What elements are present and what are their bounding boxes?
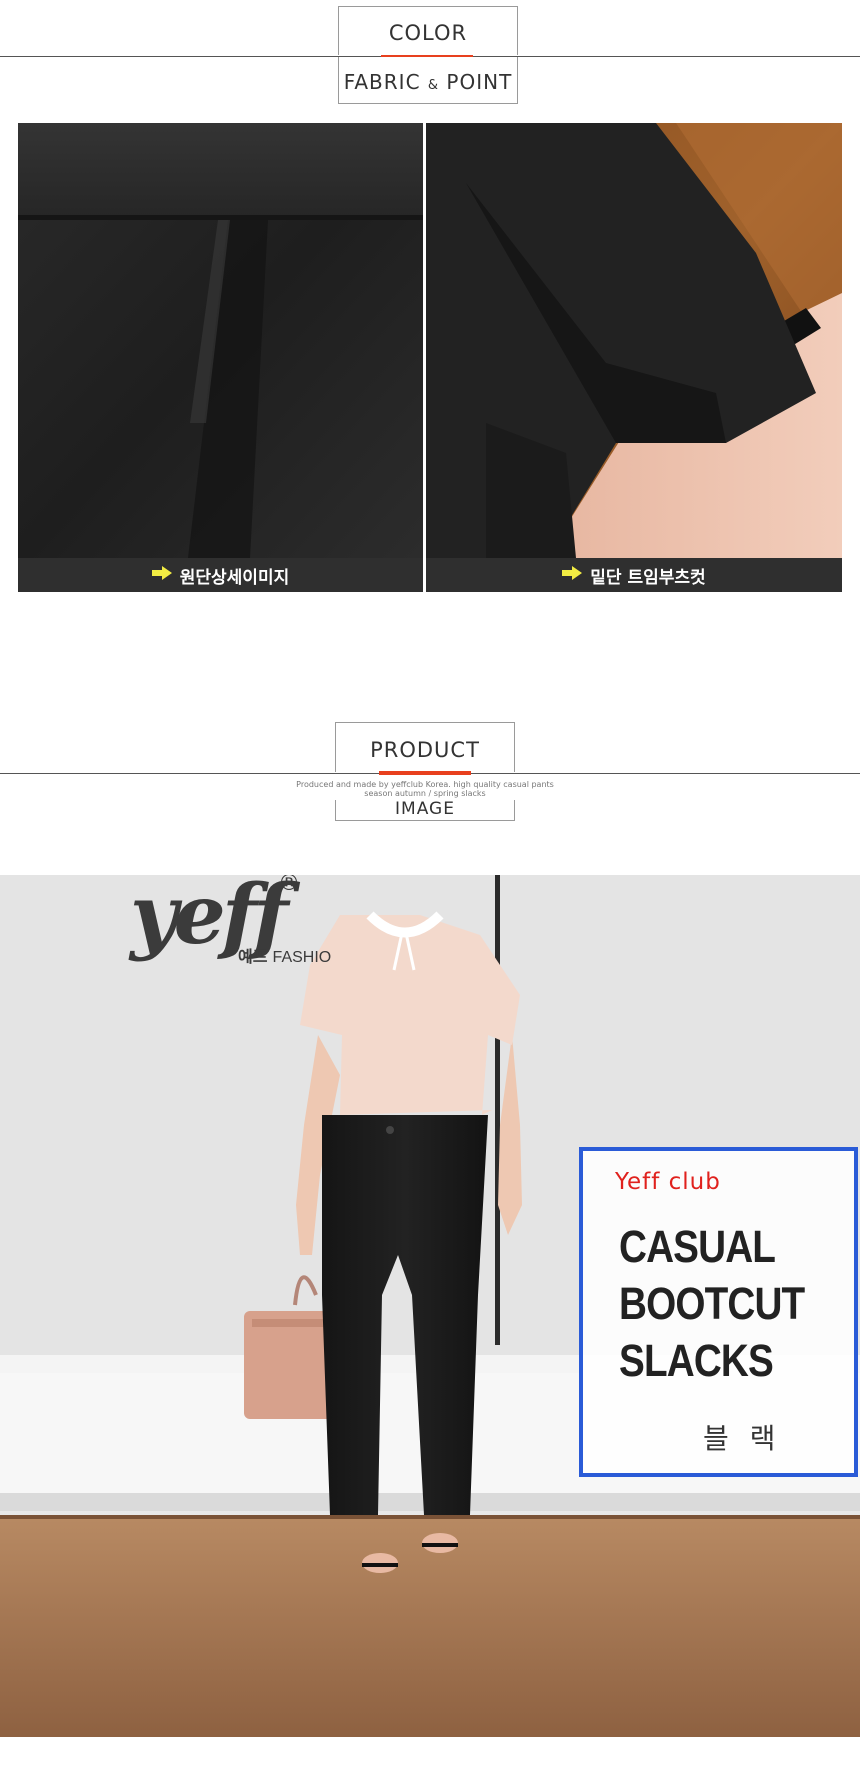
fabric-label: FABRIC xyxy=(343,70,421,94)
product-subtitle-line1: Produced and made by yeffclub Korea. hig… xyxy=(296,780,554,789)
product-subtitle-line2: season autumn / spring slacks xyxy=(364,789,486,798)
product-accent-bar xyxy=(379,771,471,775)
fabric-detail-caption: 원단상세이미지 xyxy=(18,558,423,592)
product-label-box: PRODUCT xyxy=(335,722,515,772)
arrow-right-icon xyxy=(151,565,172,585)
fabric-detail-illustration xyxy=(18,123,423,558)
image-label: IMAGE xyxy=(395,799,455,819)
arrow-right-icon xyxy=(562,565,583,585)
info-card-title-line3: SLACKS xyxy=(619,1335,774,1386)
fabric-detail-caption-text: 원단상세이미지 xyxy=(179,567,290,588)
info-card-title-line2: BOOTCUT xyxy=(619,1278,805,1329)
color-label-box: COLOR xyxy=(338,6,518,55)
product-label: PRODUCT xyxy=(370,738,480,762)
info-card-title-line1: CASUAL xyxy=(619,1221,776,1272)
hem-slit-photo xyxy=(426,123,842,558)
brand-logo-english: FASHIO xyxy=(272,949,332,966)
registered-mark: ® xyxy=(278,875,300,896)
product-info-card: Yeff club CASUAL BOOTCUT SLACKS 블 랙 xyxy=(579,1147,858,1477)
product-subtitle: Produced and made by yeffclub Korea. hig… xyxy=(230,780,620,798)
ampersand-label: & xyxy=(427,78,440,93)
brand-logo: yeff ® 예프 FASHIO xyxy=(130,875,331,966)
hem-slit-illustration xyxy=(426,123,842,558)
point-label: POINT xyxy=(446,70,513,94)
fabric-point-label-box: FABRIC & POINT xyxy=(338,57,518,104)
image-label-box: IMAGE xyxy=(335,800,515,821)
hem-slit-caption: 밑단 트임부츠컷 xyxy=(426,558,842,592)
info-card-brand: Yeff club xyxy=(615,1169,721,1195)
info-card-color-name: 블 랙 xyxy=(703,1422,782,1455)
color-label: COLOR xyxy=(388,21,468,45)
brand-logo-subtitle: 예프 FASHIO xyxy=(238,943,331,967)
hem-slit-caption-text: 밑단 트임부츠컷 xyxy=(590,567,706,588)
fabric-detail-photo xyxy=(18,123,423,558)
brand-logo-korean: 예프 xyxy=(238,947,268,966)
